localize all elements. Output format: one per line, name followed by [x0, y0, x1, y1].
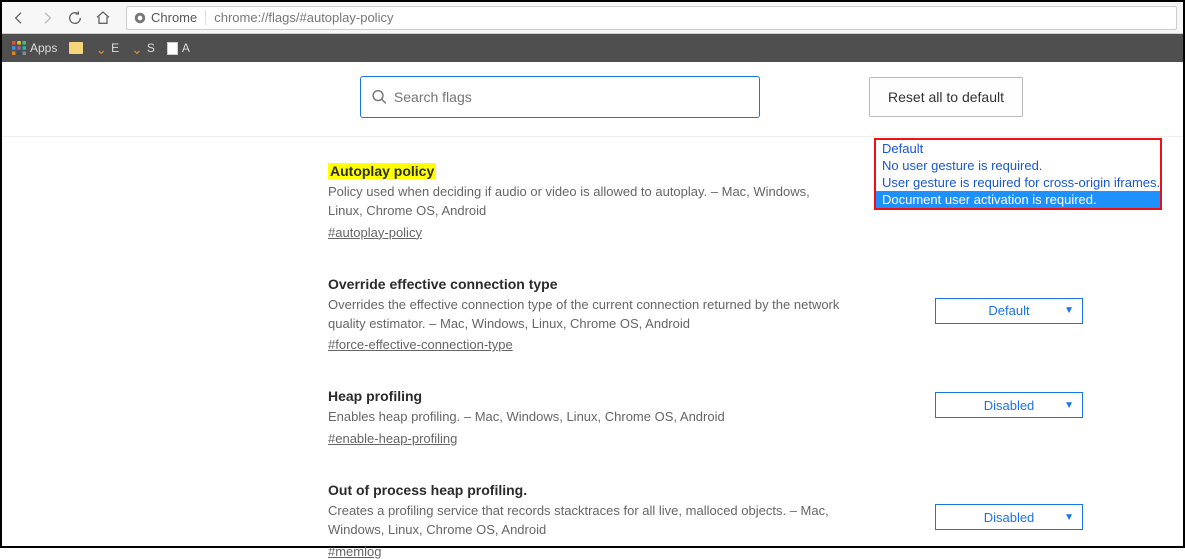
flag-select[interactable]: Disabled ▼ [935, 392, 1083, 418]
home-button[interactable] [92, 7, 114, 29]
chevron-down-icon: ▼ [1064, 305, 1074, 316]
flag-title: Heap profiling [328, 388, 422, 404]
apps-icon [12, 41, 26, 55]
select-value: Disabled [984, 510, 1035, 525]
flag-title: Out of process heap profiling. [328, 482, 527, 498]
reload-button[interactable] [64, 7, 86, 29]
bookmark-folder[interactable] [69, 42, 83, 54]
url-text: chrome://flags/#autoplay-policy [214, 10, 393, 25]
flag-anchor-link[interactable]: #memlog [328, 544, 381, 559]
flag-heap-profiling: Heap profiling Enables heap profiling. –… [328, 388, 1023, 446]
dropdown-option[interactable]: Default [876, 140, 1160, 157]
bookmark-e[interactable]: ⌄E [95, 40, 119, 57]
flag-anchor-link[interactable]: #enable-heap-profiling [328, 431, 457, 446]
flag-title: Autoplay policy [328, 163, 436, 179]
bookmark-a[interactable]: A [167, 41, 190, 55]
browser-toolbar: Chrome chrome://flags/#autoplay-policy [2, 2, 1183, 34]
reset-all-button[interactable]: Reset all to default [869, 77, 1023, 117]
bookmark-label: S [147, 41, 155, 55]
flag-description: Overrides the effective connection type … [328, 296, 848, 334]
flag-description: Policy used when deciding if audio or vi… [328, 183, 848, 221]
bookmark-apps[interactable]: Apps [12, 41, 57, 55]
flag-title: Override effective connection type [328, 276, 558, 292]
autoplay-dropdown[interactable]: DefaultNo user gesture is required.User … [874, 138, 1162, 210]
file-icon [167, 42, 178, 55]
origin-chip: Chrome [133, 10, 206, 25]
chevron-down-icon: ▼ [1064, 512, 1074, 523]
flags-topbar: Reset all to default [2, 76, 1183, 137]
bookmarks-bar: Apps ⌄E ⌄S A [2, 34, 1183, 62]
dropdown-option[interactable]: No user gesture is required. [876, 157, 1160, 174]
flag-anchor-link[interactable]: #force-effective-connection-type [328, 337, 513, 352]
select-value: Default [988, 303, 1029, 318]
select-value: Disabled [984, 398, 1035, 413]
chevron-icon: ⌄ [131, 41, 143, 58]
chevron-down-icon: ▼ [1064, 400, 1074, 411]
origin-label: Chrome [151, 10, 197, 25]
bookmark-s[interactable]: ⌄S [131, 40, 155, 57]
bookmark-label: Apps [30, 41, 57, 55]
address-bar[interactable]: Chrome chrome://flags/#autoplay-policy [126, 6, 1177, 30]
dropdown-option[interactable]: User gesture is required for cross-origi… [876, 174, 1160, 191]
flag-anchor-link[interactable]: #autoplay-policy [328, 225, 422, 240]
flag-description: Enables heap profiling. – Mac, Windows, … [328, 408, 848, 427]
back-button[interactable] [8, 7, 30, 29]
bookmark-label: E [111, 41, 119, 55]
page-content: Reset all to default Autoplay policy Pol… [2, 62, 1183, 559]
search-box[interactable] [360, 76, 760, 118]
flag-select[interactable]: Disabled ▼ [935, 504, 1083, 530]
chrome-icon [133, 11, 147, 25]
dropdown-option[interactable]: Document user activation is required. [876, 191, 1160, 208]
search-input[interactable] [394, 89, 749, 105]
chevron-icon: ⌄ [95, 41, 107, 58]
flag-override-connection-type: Override effective connection type Overr… [328, 276, 1023, 353]
bookmark-label: A [182, 41, 190, 55]
flag-select[interactable]: Default ▼ [935, 298, 1083, 324]
flag-description: Creates a profiling service that records… [328, 502, 848, 540]
search-icon [371, 88, 388, 106]
flag-oop-heap-profiling: Out of process heap profiling. Creates a… [328, 482, 1023, 559]
folder-icon [69, 42, 83, 54]
forward-button[interactable] [36, 7, 58, 29]
